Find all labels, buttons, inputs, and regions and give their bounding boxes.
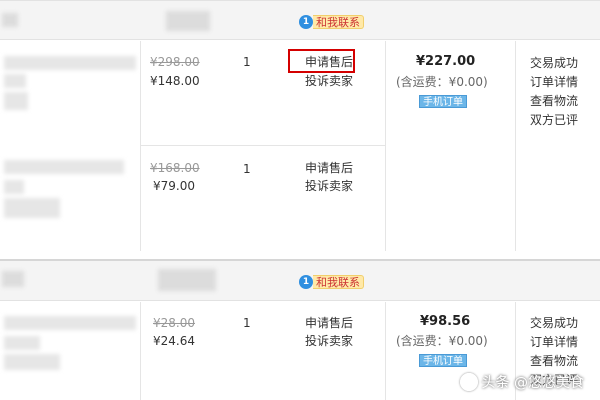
- view-logistics-link[interactable]: 查看物流: [530, 352, 578, 371]
- trade-status: 交易成功: [530, 56, 579, 70]
- contact-bubble-icon: 1: [299, 275, 313, 289]
- watermark-text: 头条 @悠悠美食: [481, 375, 584, 391]
- watermark-logo-icon: [459, 373, 478, 391]
- blurred-product-title: [4, 316, 136, 330]
- contact-seller-button[interactable]: 1 和我联系: [299, 14, 364, 30]
- order-2-header: 1 和我联系: [0, 259, 600, 301]
- item-quantity: 1: [243, 316, 251, 330]
- blurred-shop-name: [2, 271, 24, 287]
- blurred-product-title: [4, 56, 136, 70]
- highlight-box: [288, 49, 355, 73]
- order-detail-link[interactable]: 订单详情: [530, 73, 578, 92]
- blurred-product-title: [4, 180, 24, 194]
- blurred-product-title: [4, 74, 26, 88]
- item-price: ¥148.00: [150, 74, 200, 88]
- item-original-price: ¥168.00: [150, 161, 200, 175]
- view-logistics-link[interactable]: 查看物流: [530, 92, 578, 111]
- complain-seller-link[interactable]: 投诉卖家: [305, 73, 353, 89]
- item-quantity: 1: [243, 162, 251, 176]
- item-quantity: 1: [243, 55, 251, 69]
- order-detail-link[interactable]: 订单详情: [530, 333, 578, 352]
- contact-label: 和我联系: [313, 275, 364, 289]
- shipping-fee: (含运费：¥0.00): [396, 75, 488, 89]
- review-status: 双方已评: [530, 113, 579, 127]
- mobile-order-badge: 手机订单: [419, 354, 467, 367]
- blurred-shop-name: [2, 13, 18, 27]
- complain-seller-link[interactable]: 投诉卖家: [305, 333, 353, 349]
- apply-after-sales-link[interactable]: 申请售后: [305, 160, 353, 176]
- blurred-product-sku: [4, 198, 60, 218]
- item-price: ¥24.64: [153, 334, 195, 348]
- blurred-product-sku: [4, 92, 28, 110]
- trade-status: 交易成功: [530, 316, 579, 330]
- item-original-price: ¥298.00: [150, 55, 200, 69]
- order-1-header: 1 和我联系: [0, 0, 600, 40]
- apply-after-sales-link[interactable]: 申请售后: [305, 315, 353, 331]
- mobile-order-badge: 手机订单: [419, 95, 467, 108]
- contact-bubble-icon: 1: [299, 15, 313, 29]
- contact-seller-button[interactable]: 1 和我联系: [299, 274, 364, 290]
- blurred-product-sku: [4, 354, 60, 370]
- contact-label: 和我联系: [313, 15, 364, 29]
- complain-seller-link[interactable]: 投诉卖家: [305, 178, 353, 194]
- order-total: ¥98.56: [420, 314, 471, 329]
- blurred-product-title: [4, 336, 40, 350]
- item-price: ¥79.00: [153, 179, 195, 193]
- blurred-order-number: [158, 269, 216, 291]
- blurred-order-number: [166, 11, 210, 31]
- shipping-fee: (含运费：¥0.00): [396, 334, 488, 348]
- item-original-price: ¥28.00: [153, 316, 195, 330]
- blurred-product-title: [4, 160, 124, 174]
- order-total: ¥227.00: [416, 54, 476, 69]
- watermark: 头条 @悠悠美食: [459, 372, 584, 392]
